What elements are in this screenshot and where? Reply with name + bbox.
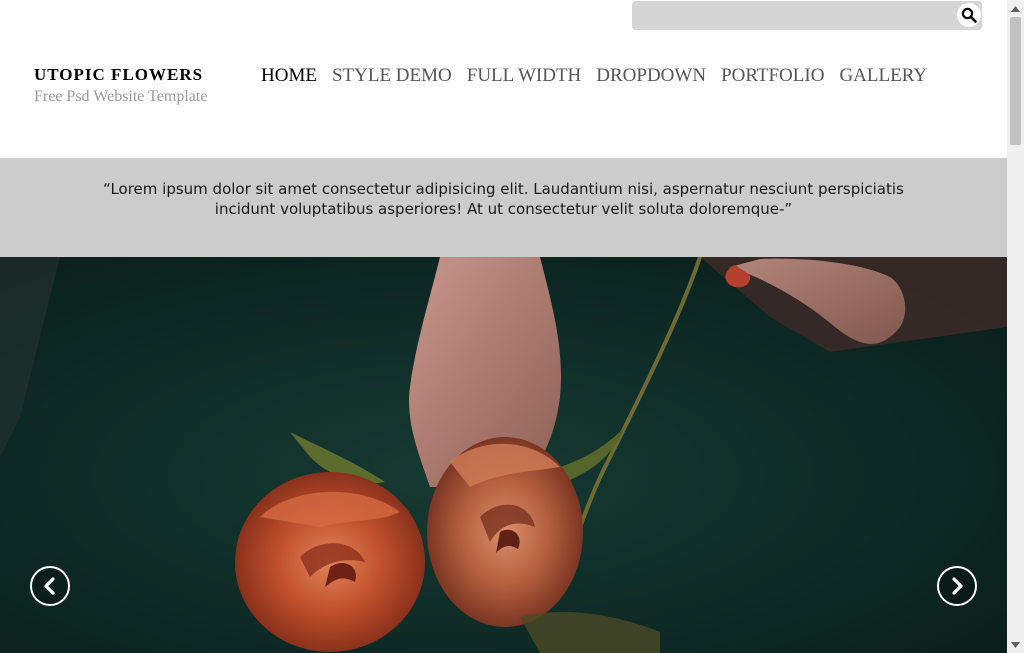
hero-slider <box>0 257 1007 653</box>
site-logo-title[interactable]: UTOPIC FLOWERS <box>34 65 203 85</box>
nav-item-style-demo[interactable]: STYLE DEMO <box>332 65 452 87</box>
page-scrollbar[interactable] <box>1007 0 1024 653</box>
scrollbar-thumb[interactable] <box>1010 17 1021 145</box>
quote-text: “Lorem ipsum dolor sit amet consectetur … <box>103 180 904 218</box>
search-button[interactable] <box>957 3 981 27</box>
site-logo-subtitle: Free Psd Website Template <box>34 88 208 105</box>
scroll-up-button[interactable] <box>1007 0 1024 17</box>
site-header: UTOPIC FLOWERS Free Psd Website Template… <box>0 0 1007 158</box>
nav-item-dropdown[interactable]: DROPDOWN <box>596 65 706 87</box>
nav-item-home[interactable]: HOME <box>261 65 317 87</box>
search-input[interactable] <box>632 1 952 30</box>
slider-prev-button[interactable] <box>30 566 70 606</box>
main-nav: HOME STYLE DEMO FULL WIDTH DROPDOWN PORT… <box>261 65 942 87</box>
search-icon <box>961 7 977 23</box>
nav-item-gallery[interactable]: GALLERY <box>839 65 927 87</box>
chevron-left-icon <box>44 577 55 595</box>
chevron-right-icon <box>952 577 963 595</box>
scroll-down-button[interactable] <box>1007 636 1024 653</box>
nav-item-full-width[interactable]: FULL WIDTH <box>467 65 582 87</box>
page: UTOPIC FLOWERS Free Psd Website Template… <box>0 0 1024 653</box>
quote-band: “Lorem ipsum dolor sit amet consectetur … <box>0 158 1007 257</box>
search-box <box>632 1 982 30</box>
slider-next-button[interactable] <box>937 566 977 606</box>
hero-image <box>0 257 1007 653</box>
nav-item-portfolio[interactable]: PORTFOLIO <box>721 65 824 87</box>
scroll-down-arrow-icon <box>1011 641 1020 648</box>
scroll-up-arrow-icon <box>1011 5 1020 12</box>
